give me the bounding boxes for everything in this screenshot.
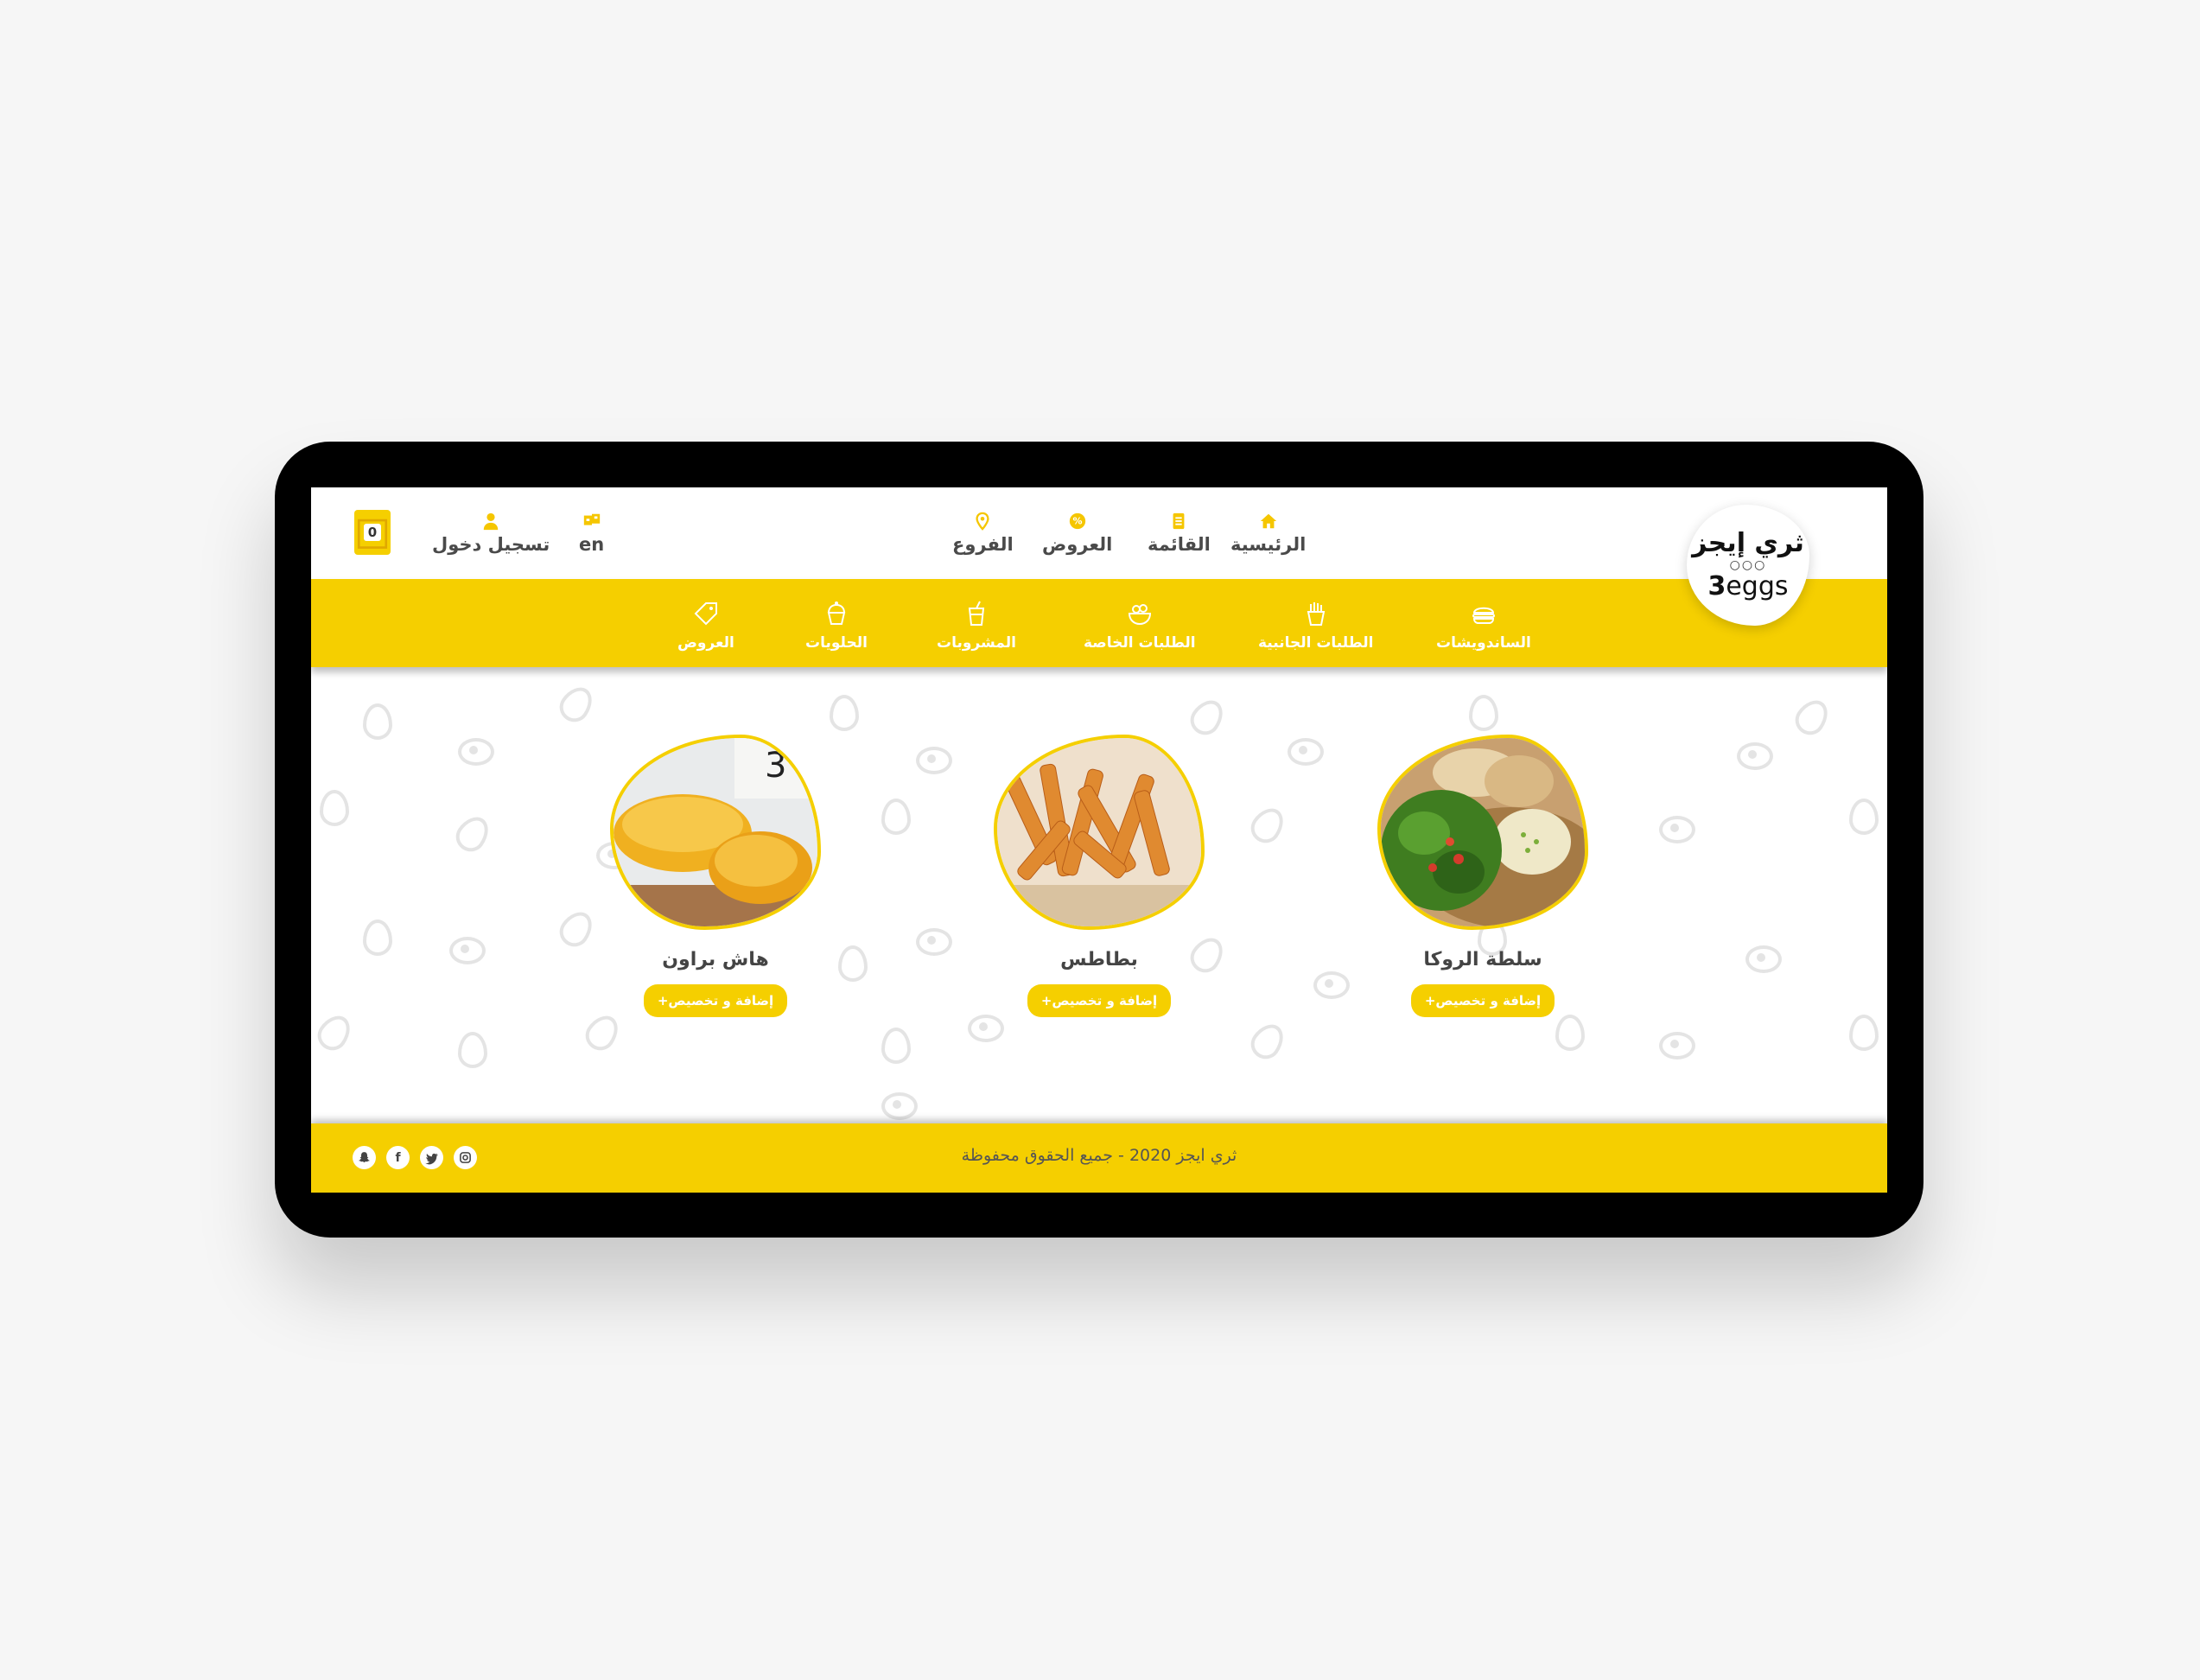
add-customize-button[interactable]: +إضافة و تخصيص: [643, 984, 788, 1017]
language-flag-icon: [583, 513, 600, 525]
menu-list-icon: [1173, 512, 1185, 530]
category-offers[interactable]: العروض: [677, 600, 734, 652]
product-name: بطاطس: [1060, 949, 1138, 970]
product-image-rocket-salad[interactable]: [1377, 735, 1588, 930]
category-sandwiches[interactable]: الساندويشات: [1436, 600, 1531, 652]
product-card[interactable]: سلطة الروكا +إضافة و تخصيص: [1370, 735, 1595, 1017]
product-card[interactable]: بطاطس +إضافة و تخصيص: [987, 735, 1211, 1017]
add-customize-button[interactable]: +إضافة و تخصيص: [1410, 984, 1555, 1017]
category-drinks[interactable]: المشروبات: [937, 600, 1016, 652]
language-label: en: [579, 534, 605, 555]
percent-icon: %: [1069, 512, 1085, 530]
product-image-hash-brown[interactable]: 3: [610, 735, 821, 930]
dessert-icon: [827, 601, 846, 625]
nav-offers[interactable]: % العروض: [1042, 512, 1112, 555]
social-links: f: [353, 1146, 477, 1169]
nav-branches-label: الفروع: [952, 534, 1014, 555]
category-special[interactable]: الطلبات الخاصة: [1084, 600, 1196, 652]
product-image-fries[interactable]: [994, 735, 1205, 930]
nav-home-label: الرئيسية: [1230, 534, 1307, 555]
twitter-icon[interactable]: [420, 1146, 443, 1169]
price-tag-icon: [694, 602, 717, 626]
home-icon: [1260, 513, 1276, 529]
category-bar: الساندويشات الطلبات الجانبية الطلبات الخ…: [311, 579, 1887, 667]
category-label: العروض: [677, 634, 734, 652]
instagram-icon[interactable]: [454, 1146, 477, 1169]
salad-bowl-icon: [1128, 604, 1151, 626]
user-icon: [483, 512, 499, 531]
burger-icon: [1472, 607, 1495, 624]
language-switch[interactable]: en: [579, 512, 604, 555]
logo-arabic: ثري إيجز: [1692, 528, 1804, 558]
category-sides[interactable]: الطلبات الجانبية: [1258, 600, 1373, 652]
add-customize-button[interactable]: +إضافة و تخصيص: [1027, 984, 1172, 1017]
product-name: سلطة الروكا: [1423, 949, 1542, 970]
nav-offers-label: العروض: [1042, 534, 1113, 555]
location-pin-icon: [976, 512, 989, 531]
login-link[interactable]: تسجيل دخول: [432, 512, 550, 555]
top-header: الرئيسية القائمة % العروض الفروع en تسجي…: [311, 487, 1887, 577]
product-card[interactable]: 3 هاش براون +إضافة و تخصيص: [603, 735, 828, 1017]
category-label: الحلويات: [805, 634, 868, 652]
nav-home[interactable]: الرئيسية: [1230, 512, 1306, 555]
nav-menu-label: القائمة: [1148, 534, 1211, 555]
product-name: هاش براون: [662, 949, 769, 970]
drink-cup-icon: [968, 601, 985, 626]
facebook-icon[interactable]: f: [386, 1146, 410, 1169]
copyright-text: ثري ايجز 2020 - جميع الحقوق محفوظة: [961, 1146, 1237, 1165]
logo-dots: ○○○: [1729, 558, 1767, 572]
category-desserts[interactable]: الحلويات: [805, 600, 868, 652]
cart-button[interactable]: 0: [354, 510, 391, 555]
svg-text:3: 3: [765, 746, 786, 786]
nav-branches[interactable]: الفروع: [952, 512, 1014, 555]
cart-count: 0: [363, 524, 382, 541]
login-label: تسجيل دخول: [432, 534, 550, 555]
snapchat-icon[interactable]: [353, 1146, 376, 1169]
svg-text:%: %: [1072, 516, 1082, 527]
category-label: الساندويشات: [1436, 634, 1531, 652]
category-label: الطلبات الخاصة: [1084, 634, 1196, 652]
app-screen: الرئيسية القائمة % العروض الفروع en تسجي…: [311, 487, 1887, 1193]
logo-english: 3eggs: [1707, 571, 1789, 601]
category-label: الطلبات الجانبية: [1258, 634, 1374, 652]
footer: ثري ايجز 2020 - جميع الحقوق محفوظة f: [311, 1123, 1887, 1193]
category-label: المشروبات: [937, 634, 1016, 652]
fries-icon: [1307, 602, 1325, 626]
nav-menu[interactable]: القائمة: [1148, 512, 1211, 555]
